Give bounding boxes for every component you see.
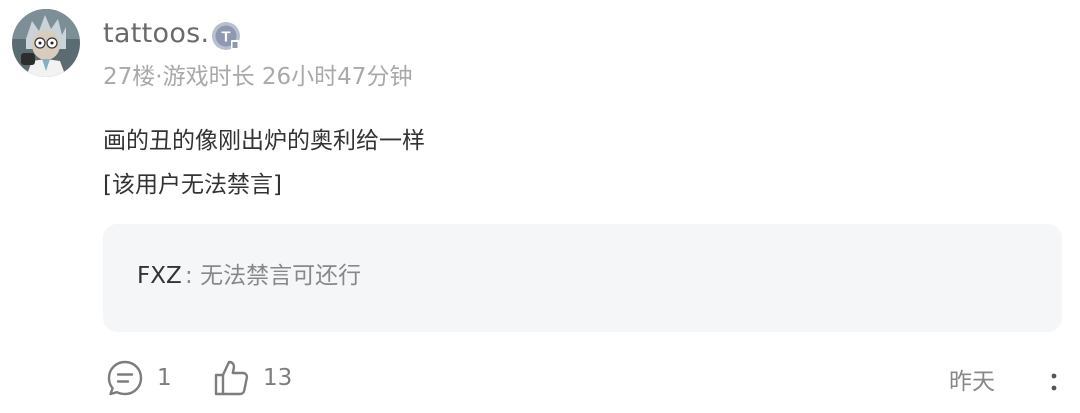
reply-text: : 无法禁言可还行 <box>185 258 361 294</box>
more-options-button[interactable] <box>1040 364 1068 400</box>
reply-count: 1 <box>157 365 172 391</box>
like-button[interactable]: 13 <box>212 358 302 398</box>
reply-author[interactable]: FXZ <box>137 258 182 294</box>
comment-content-line: 画的丑的像刚出炉的奥利给一样 <box>103 128 425 154</box>
meta-separator: · <box>155 64 163 90</box>
reply-preview[interactable]: FXZ : 无法禁言可还行 <box>103 224 1062 332</box>
like-count: 13 <box>263 365 293 391</box>
username[interactable]: tattoos. <box>103 14 209 54</box>
user-avatar[interactable] <box>12 9 80 77</box>
comment-meta: 27楼·游戏时长 26小时47分钟 <box>103 60 412 94</box>
level-t-badge-icon: T <box>212 22 240 50</box>
reply-content: 无法禁言可还行 <box>200 263 362 289</box>
comment-bubble-icon <box>107 360 143 396</box>
avatar-image <box>12 9 80 77</box>
floor-number: 27楼 <box>103 64 156 90</box>
comment-time: 昨天 <box>949 369 995 395</box>
thumbs-up-icon <box>214 360 249 396</box>
reply-separator: : <box>185 263 193 289</box>
svg-text:T: T <box>221 29 230 46</box>
comment-content-line: [该用户无法禁言] <box>103 172 282 198</box>
playtime: 游戏时长 26小时47分钟 <box>162 64 413 90</box>
more-vertical-icon <box>1051 373 1057 391</box>
reply-button[interactable]: 1 <box>105 358 175 398</box>
